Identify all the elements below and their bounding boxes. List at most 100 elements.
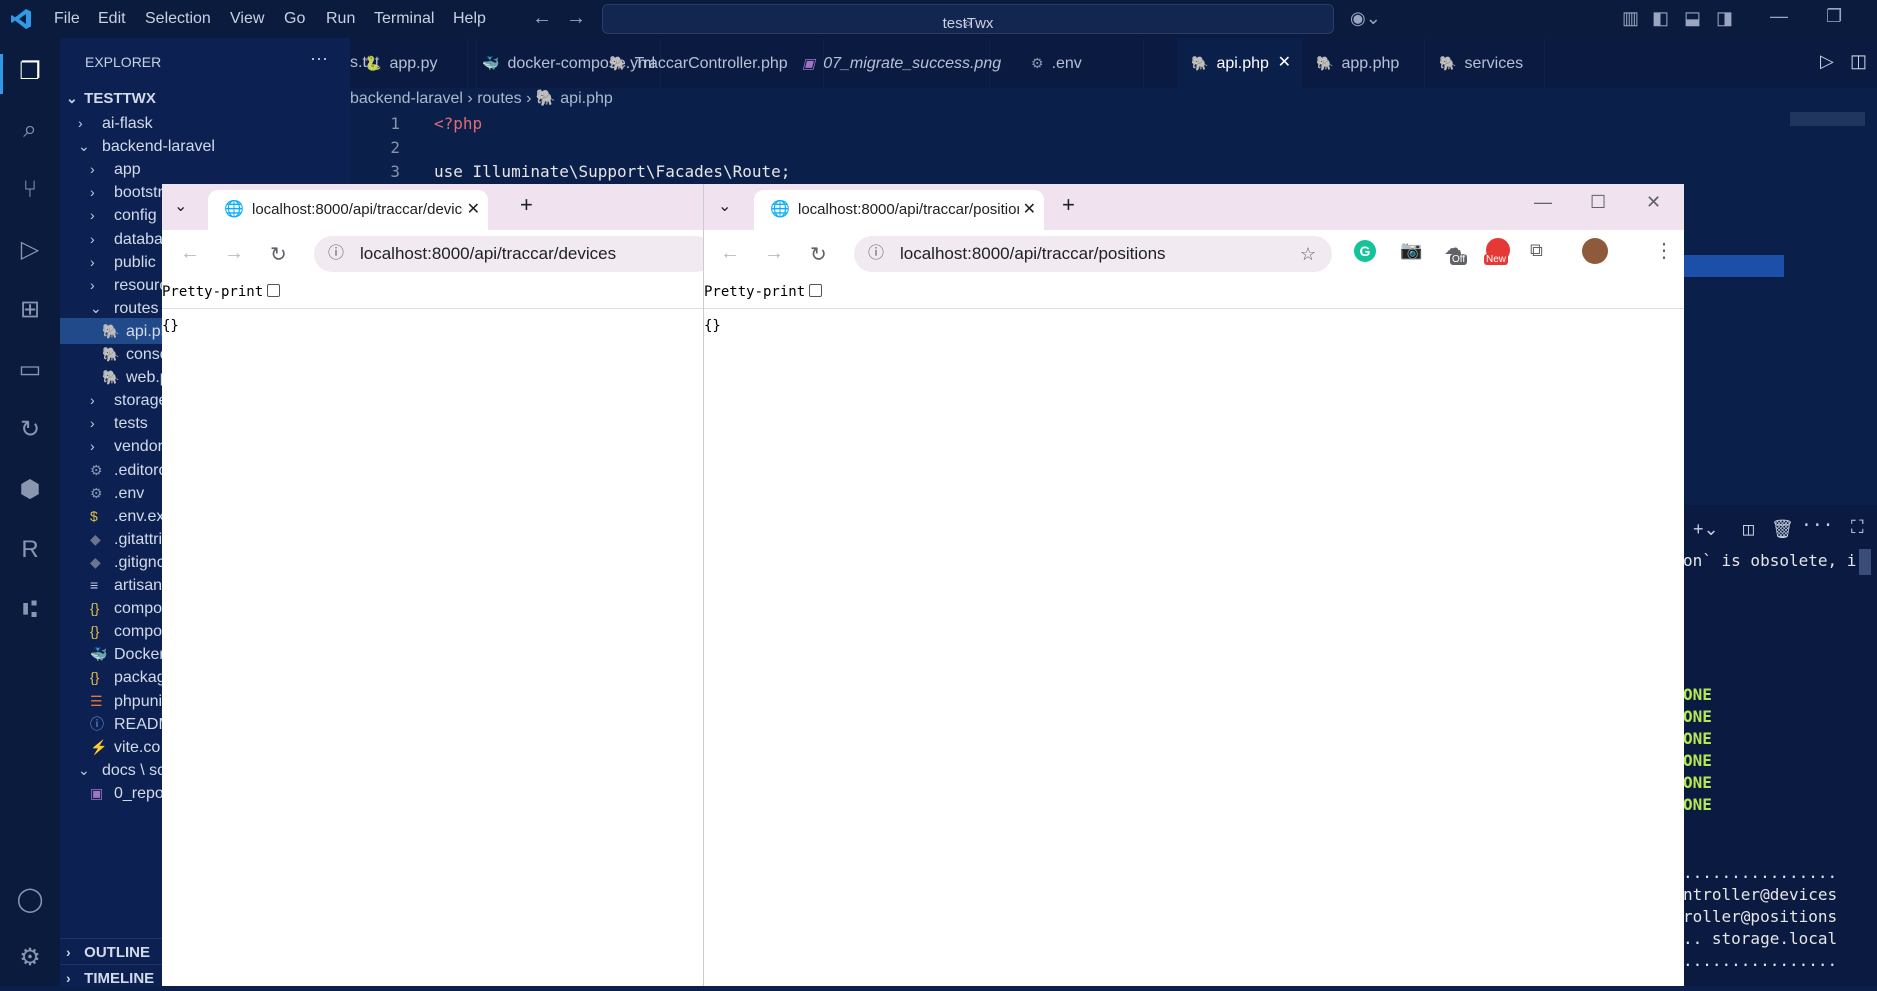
tab-app-php[interactable]: 🐘 app.php [1302, 38, 1425, 88]
back-arrow-icon[interactable]: ← [720, 242, 740, 265]
explorer-item[interactable]: › ai-flask [60, 110, 350, 136]
tab-api-php[interactable]: 🐘 api.php ✕ [1177, 38, 1302, 88]
source-control-icon[interactable]: ⑂ [14, 174, 46, 206]
breadcrumb-folder[interactable]: backend-laravel [350, 90, 463, 107]
tab-services[interactable]: 🐘 services [1425, 38, 1545, 88]
terminal-panel[interactable]: +⌄ ◫ 🗑 ··· ⛶ on` is obsolete, i ONE ONE … [1683, 505, 1877, 986]
browser-menu-icon[interactable]: ⋮ [1654, 238, 1674, 263]
minimap[interactable] [1790, 112, 1865, 126]
remote-explorer-icon[interactable]: ▭ [14, 354, 46, 386]
split-terminal-icon[interactable]: ◫ [1743, 519, 1754, 540]
site-info-icon[interactable]: ⓘ [328, 236, 344, 272]
extensions-icon[interactable]: ⊞ [14, 294, 46, 326]
tab-migrate-png[interactable]: ▣ 07_migrate_success.png [788, 38, 1001, 88]
menu-file[interactable]: File [54, 10, 80, 28]
terminal-scrollbar[interactable] [1859, 549, 1871, 575]
forward-arrow-icon[interactable]: → [566, 7, 586, 30]
toggle-panel-icon[interactable]: ⬓ [1684, 8, 1701, 29]
address-bar[interactable]: ⓘ localhost:8000/api/traccar/positions ☆ [854, 236, 1332, 272]
maximize-panel-icon[interactable]: ⛶ [1851, 517, 1864, 538]
pretty-print-control[interactable]: Pretty-print [162, 284, 281, 300]
forward-arrow-icon[interactable]: → [764, 242, 784, 265]
tab-label: app.php [1341, 55, 1400, 72]
live-share-icon[interactable]: ↻ [14, 414, 46, 446]
tab-env[interactable]: ⚙ .env [1017, 38, 1144, 88]
profile-avatar[interactable] [1582, 238, 1608, 264]
tab-app-py[interactable]: 🐍 app.py [350, 38, 477, 88]
bookmark-star-icon[interactable]: ☆ [1300, 236, 1316, 272]
terminal-line: ................ [1683, 863, 1838, 882]
more-actions-icon[interactable]: ··· [310, 48, 328, 69]
back-arrow-icon[interactable]: ← [180, 242, 200, 265]
pretty-print-control[interactable]: Pretty-print [704, 284, 823, 300]
off-badge: Off [1450, 254, 1468, 265]
git-graph-icon[interactable]: ⑆ [14, 594, 46, 626]
menu-terminal[interactable]: Terminal [374, 10, 434, 28]
more-actions-icon[interactable]: ··· [1801, 515, 1834, 536]
copilot-icon[interactable]: ◉⌄ [1350, 8, 1381, 29]
run-icon[interactable]: ▷ [1820, 51, 1834, 72]
browser-tab-strip: ⌄ 🌐 localhost:8000/api/traccar/devices ✕… [162, 184, 707, 230]
line-number: 3 [390, 162, 400, 181]
explorer-item-label: routes [114, 299, 159, 317]
pretty-print-checkbox[interactable] [809, 284, 823, 297]
grammarly-icon[interactable]: G [1354, 240, 1376, 262]
reload-icon[interactable]: ↻ [810, 242, 827, 267]
new-extension-icon[interactable]: New [1484, 238, 1510, 265]
new-tab-icon[interactable]: + [1062, 192, 1075, 218]
close-window-icon[interactable]: ✕ [1646, 192, 1661, 213]
explorer-item[interactable]: › app [60, 156, 350, 182]
site-info-icon[interactable]: ⓘ [868, 236, 884, 272]
minimize-window-icon[interactable]: — [1770, 6, 1788, 27]
workspace-root-label: TESTTWX [84, 90, 156, 107]
reload-icon[interactable]: ↻ [270, 242, 287, 267]
close-tab-icon[interactable]: ✕ [1018, 190, 1036, 230]
tab-search-icon[interactable]: ⌄ [174, 196, 187, 216]
breadcrumb-folder[interactable]: routes [477, 90, 521, 107]
restore-window-icon[interactable]: ❐ [1826, 6, 1842, 27]
close-tab-icon[interactable]: ✕ [462, 190, 480, 230]
containers-icon[interactable]: ⬢ [14, 474, 46, 506]
menu-run[interactable]: Run [326, 10, 355, 28]
chevron-right-icon: › [90, 253, 95, 270]
toggle-sidebar-icon[interactable]: ◧ [1652, 8, 1669, 29]
browser-tab[interactable]: 🌐 localhost:8000/api/traccar/devices ✕ [208, 190, 488, 230]
menu-edit[interactable]: Edit [98, 10, 126, 28]
run-debug-icon[interactable]: ▷ [14, 234, 46, 266]
search-view-icon[interactable]: ⌕ [14, 114, 46, 146]
divider [162, 308, 707, 309]
layout-customize-icon[interactable]: ▥ [1622, 8, 1639, 29]
menu-go[interactable]: Go [284, 10, 305, 28]
new-tab-icon[interactable]: + [520, 192, 533, 218]
r-extension-icon[interactable]: R [14, 534, 46, 566]
tab-search-icon[interactable]: ⌄ [718, 196, 731, 216]
settings-gear-icon[interactable]: ⚙ [14, 942, 46, 974]
kill-terminal-icon[interactable]: 🗑 [1771, 519, 1794, 540]
split-editor-icon[interactable]: ◫ [1850, 51, 1867, 72]
camera-extension-icon[interactable]: 📷 [1400, 240, 1422, 261]
maximize-window-icon[interactable]: ☐ [1590, 192, 1606, 213]
tab-label: 07_migrate_success.png [823, 55, 1002, 72]
browser-tab[interactable]: 🌐 localhost:8000/api/traccar/positions ✕ [754, 190, 1044, 230]
back-arrow-icon[interactable]: ← [532, 7, 552, 30]
explorer-item[interactable]: ⌄ backend-laravel [60, 133, 350, 159]
close-tab-icon[interactable]: ✕ [1278, 38, 1291, 88]
breadcrumb-file[interactable]: api.php [560, 90, 613, 107]
address-bar[interactable]: ⓘ localhost:8000/api/traccar/devices [314, 236, 714, 272]
explorer-icon[interactable]: ❐ [14, 56, 46, 88]
minimize-window-icon[interactable]: — [1534, 192, 1552, 213]
globe-icon: 🌐 [224, 201, 244, 218]
accounts-icon[interactable]: ◯ [14, 884, 46, 916]
menu-selection[interactable]: Selection [145, 10, 211, 28]
menu-view[interactable]: View [230, 10, 264, 28]
new-terminal-icon[interactable]: +⌄ [1693, 519, 1719, 540]
workspace-name: testTwx [942, 15, 994, 32]
extensions-puzzle-icon[interactable]: ⧉ [1530, 240, 1543, 261]
toggle-secondary-sidebar-icon[interactable]: ◨ [1716, 8, 1733, 29]
forward-arrow-icon[interactable]: → [224, 242, 244, 265]
workspace-root[interactable]: ⌄ TESTTWX [60, 85, 350, 111]
pretty-print-checkbox[interactable] [267, 284, 281, 297]
extension-off-icon[interactable]: ☁ Off [1444, 238, 1468, 265]
menu-help[interactable]: Help [453, 10, 486, 28]
command-center-search[interactable]: ⌕ testTwx [602, 4, 1334, 34]
